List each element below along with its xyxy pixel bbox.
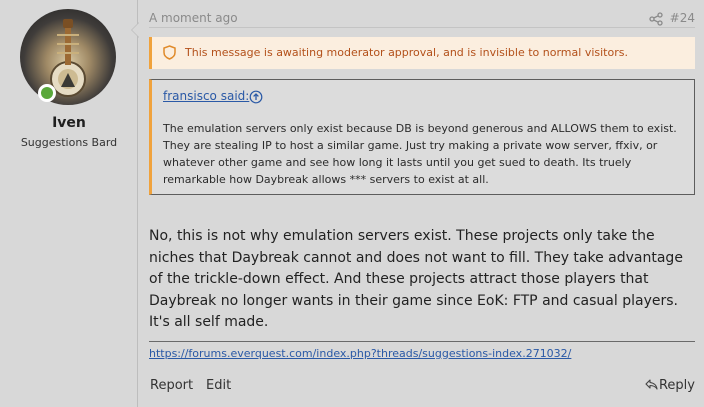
quote-block: fransisco said: The emulation servers on… bbox=[149, 79, 695, 195]
edit-button[interactable]: Edit bbox=[206, 378, 231, 393]
avatar-wrap bbox=[20, 9, 116, 105]
message-arrow bbox=[131, 22, 139, 38]
quote-author-link[interactable]: fransisco said: bbox=[163, 89, 249, 103]
arrow-up-circle-icon[interactable] bbox=[249, 89, 263, 104]
username[interactable]: Iven bbox=[0, 115, 138, 131]
post-number[interactable]: #24 bbox=[670, 11, 695, 25]
reply-arrow-icon bbox=[645, 379, 658, 390]
report-button[interactable]: Report bbox=[150, 378, 193, 393]
shield-icon bbox=[162, 45, 177, 60]
quote-body: The emulation servers only exist because… bbox=[163, 122, 677, 186]
reply-button[interactable]: Reply bbox=[645, 378, 695, 393]
user-cell: Iven Suggestions Bard bbox=[0, 0, 138, 407]
message-cell: A moment ago #24 This message is awaitin… bbox=[139, 0, 704, 407]
user-title: Suggestions Bard bbox=[20, 136, 118, 149]
signature-divider bbox=[149, 341, 695, 342]
avatar-image bbox=[50, 19, 86, 97]
online-status-icon bbox=[38, 84, 56, 102]
message-attribution: A moment ago #24 bbox=[149, 10, 695, 28]
moderation-notice: This message is awaiting moderator appro… bbox=[149, 37, 695, 69]
share-icon[interactable] bbox=[649, 11, 663, 26]
message-actions: Report Edit Reply bbox=[149, 377, 695, 397]
message-body: No, this is not why emulation servers ex… bbox=[149, 228, 683, 330]
post-time[interactable]: A moment ago bbox=[149, 11, 238, 25]
reply-label: Reply bbox=[658, 378, 695, 393]
signature-link[interactable]: https://forums.everquest.com/index.php?t… bbox=[149, 347, 571, 360]
avatar[interactable] bbox=[20, 9, 116, 105]
moderation-notice-text: This message is awaiting moderator appro… bbox=[185, 46, 628, 59]
